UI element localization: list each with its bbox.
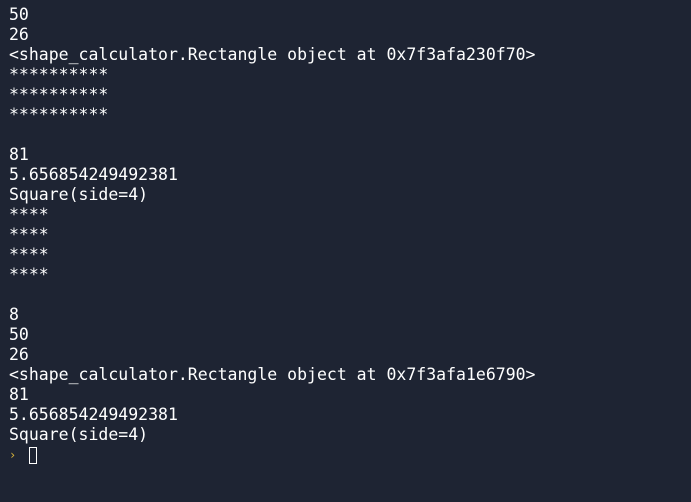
output-line: ********** — [9, 105, 109, 124]
text-cursor[interactable] — [29, 446, 37, 464]
output-line: 81 — [9, 385, 29, 404]
output-line: ********** — [9, 85, 109, 104]
output-line: 50 — [9, 325, 29, 344]
output-line: 26 — [9, 345, 29, 364]
output-line: Square(side=4) — [9, 185, 149, 204]
input-prompt-line[interactable]: › — [9, 445, 691, 465]
output-line: 5.656854249492381 — [9, 165, 178, 184]
output-line: <shape_calculator.Rectangle object at 0x… — [9, 45, 536, 64]
output-line: 81 — [9, 145, 29, 164]
output-line: <shape_calculator.Rectangle object at 0x… — [9, 365, 536, 384]
output-line: **** — [9, 205, 49, 224]
output-line: **** — [9, 225, 49, 244]
output-line: Square(side=4) — [9, 425, 149, 444]
output-line: 8 — [9, 305, 19, 324]
output-line: **** — [9, 265, 49, 284]
terminal-window[interactable]: 50 26 <shape_calculator.Rectangle object… — [0, 0, 691, 502]
output-line: **** — [9, 245, 49, 264]
output-line: 5.656854249492381 — [9, 405, 178, 424]
prompt-chevron-icon: › — [9, 448, 17, 462]
output-line: ********** — [9, 65, 109, 84]
output-line: 50 — [9, 5, 29, 24]
output-line: 26 — [9, 25, 29, 44]
